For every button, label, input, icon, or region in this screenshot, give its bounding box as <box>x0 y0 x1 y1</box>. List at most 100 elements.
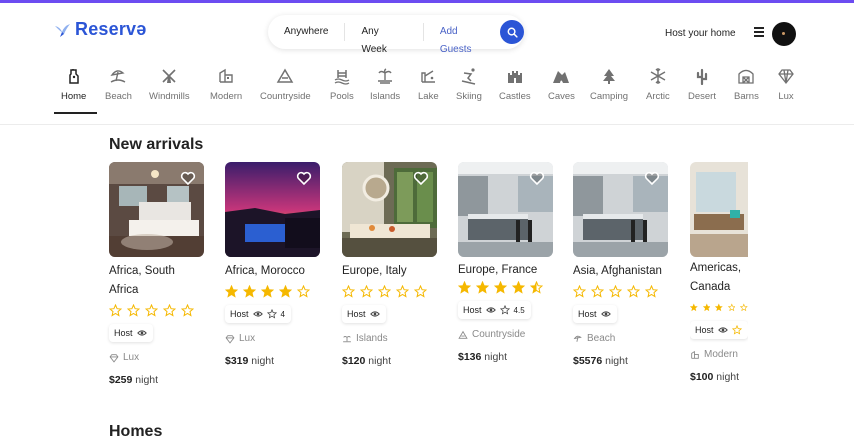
category-camping[interactable]: Camping <box>590 62 628 102</box>
header: Reservə Anywhere Any Week Add Guests Hos… <box>0 3 854 59</box>
host-badge[interactable]: Host <box>109 324 153 342</box>
favorite-heart-icon[interactable] <box>529 170 545 186</box>
eye-icon <box>600 311 611 317</box>
listing-category: Lux <box>109 352 205 363</box>
search-where[interactable]: Anywhere <box>268 23 346 41</box>
host-badge[interactable]: Host <box>690 321 748 339</box>
rating-stars <box>109 304 205 318</box>
price-amount: $259 <box>109 374 133 386</box>
host-badge[interactable]: Host <box>342 305 386 323</box>
category-label: Arctic <box>646 91 670 102</box>
favorite-heart-icon[interactable] <box>296 170 312 186</box>
listing-category: Countryside <box>458 329 554 340</box>
category-label: Islands <box>370 91 401 102</box>
brand-name: Reservə <box>75 19 147 39</box>
host-label: Host <box>695 325 714 335</box>
category-castles[interactable]: Castles <box>499 62 531 102</box>
star-empty-icon <box>342 285 355 298</box>
host-your-home-link[interactable]: Host your home <box>665 28 736 39</box>
category-islands[interactable]: Islands <box>370 62 400 102</box>
category-label: Windmills <box>149 91 190 102</box>
favorite-heart-icon[interactable] <box>644 170 660 186</box>
star-empty-icon <box>181 304 194 317</box>
listing-card[interactable]: Europe, Italy Host Islands $120 night <box>342 162 438 367</box>
category-lake[interactable]: Lake <box>418 62 439 102</box>
listing-location: Africa, Morocco <box>225 265 305 277</box>
category-home[interactable]: Home <box>61 62 86 102</box>
diamond-icon <box>109 353 119 363</box>
category-barns[interactable]: Barns <box>734 62 759 102</box>
price-unit: night <box>484 351 508 363</box>
pool-icon <box>334 70 350 85</box>
category-text: Islands <box>356 333 388 344</box>
category-label: Desert <box>688 91 716 102</box>
category-label: Castles <box>499 91 531 102</box>
category-label: Camping <box>590 91 629 102</box>
listing-photo[interactable] <box>342 162 437 257</box>
listing-photo[interactable] <box>690 162 748 257</box>
eye-icon <box>369 311 380 317</box>
listing-photo[interactable] <box>573 162 668 257</box>
logo[interactable]: Reservə <box>53 19 146 40</box>
search-when[interactable]: Any Week <box>345 23 424 55</box>
section-title-homes: Homes <box>109 423 163 438</box>
category-countryside[interactable]: Countryside <box>260 62 311 102</box>
host-badge[interactable]: Host 4.5 <box>458 301 531 319</box>
listing-category: Lux <box>225 333 321 344</box>
host-badge[interactable]: Host 4 <box>225 305 291 323</box>
listing-price: $259 night <box>109 374 205 386</box>
category-bar: Home Beach Windmills Modern Countryside … <box>50 62 854 122</box>
listing-card[interactable]: Americas, Canada Host Modern $100 night <box>690 162 748 422</box>
category-windmills[interactable]: Windmills <box>149 62 190 102</box>
eye-icon <box>136 330 147 336</box>
favorite-heart-icon[interactable] <box>180 170 196 186</box>
category-pools[interactable]: Pools <box>330 62 354 102</box>
search-guests[interactable]: Add Guests <box>424 23 500 55</box>
listing-card[interactable]: Europe, France Host 4.5 Countryside $136… <box>458 162 554 363</box>
host-label: Host <box>578 309 597 319</box>
category-beach[interactable]: Beach <box>105 62 132 102</box>
rating-value: 4 <box>280 309 285 319</box>
listing-card[interactable]: Africa, South Africa Host Lux $259 night <box>109 162 205 386</box>
barn-icon <box>738 69 755 84</box>
star-empty-icon <box>740 303 748 312</box>
star-outline-icon <box>266 309 277 319</box>
island-icon <box>343 335 351 342</box>
listing-location: Europe, Italy <box>342 265 407 277</box>
search-button[interactable] <box>500 20 524 44</box>
star-empty-icon <box>591 285 604 298</box>
category-arctic[interactable]: Arctic <box>646 62 670 102</box>
host-badge[interactable]: Host <box>573 305 617 323</box>
diamond-icon <box>225 334 235 344</box>
living-room-photo <box>690 162 748 257</box>
star-empty-icon <box>109 304 122 317</box>
modern-icon <box>691 350 699 359</box>
avatar[interactable] <box>772 22 796 46</box>
listing-photo[interactable] <box>458 162 553 257</box>
price-unit: night <box>605 355 628 367</box>
price-amount: $319 <box>225 355 249 367</box>
category-lux[interactable]: Lux <box>777 62 795 102</box>
countryside-icon <box>277 68 294 83</box>
listing-card[interactable]: Asia, Afghanistan Host Beach $5576 night <box>573 162 669 367</box>
category-label: Caves <box>548 91 575 102</box>
price-unit: night <box>716 371 740 383</box>
category-modern[interactable]: Modern <box>210 62 242 102</box>
listing-price: $100 night <box>690 371 748 383</box>
listing-photo[interactable] <box>109 162 204 257</box>
hamburger-menu-icon[interactable] <box>754 27 764 37</box>
category-label: Countryside <box>260 91 311 102</box>
listing-card[interactable]: Africa, Morocco Host 4 Lux $319 night <box>225 162 321 367</box>
category-skiing[interactable]: Skiing <box>456 62 482 102</box>
star-full-icon <box>512 281 525 294</box>
category-desert[interactable]: Desert <box>688 62 716 102</box>
countryside-icon <box>458 330 468 339</box>
favorite-heart-icon[interactable] <box>413 170 429 186</box>
search-bar[interactable]: Anywhere Any Week Add Guests <box>268 15 524 55</box>
listing-photo[interactable] <box>225 162 320 257</box>
star-full-icon <box>243 285 256 298</box>
eye-icon <box>485 307 496 313</box>
category-caves[interactable]: Caves <box>548 62 575 102</box>
listing-location: Africa, South Africa <box>109 265 175 296</box>
category-text: Lux <box>123 352 140 363</box>
